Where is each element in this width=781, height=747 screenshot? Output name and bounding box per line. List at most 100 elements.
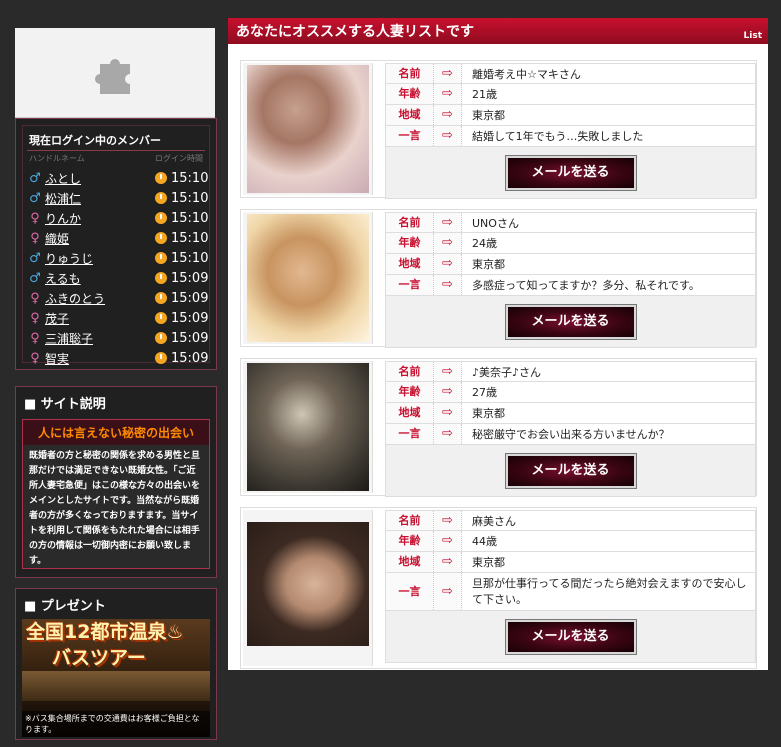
clock-icon [155,232,167,244]
profile-photo[interactable] [243,63,373,195]
profile-photo[interactable] [243,212,373,344]
age-label: 年齢 [386,531,434,551]
profile-name-row: 名前 ⇨ UNOさん [385,212,756,233]
clock-icon [155,292,167,304]
profile-comment-row: 一言 ⇨ 旦那が仕事行ってる間だったら絶対会えますので安心して下さい。 [385,573,756,611]
list-header: あなたにオススメする人妻リストです List [228,18,768,44]
arrow-right-icon: ⇨ [434,213,462,232]
female-symbol-icon: ♀ [30,330,40,346]
clock-icon [155,252,167,264]
female-symbol-icon: ♀ [30,230,40,246]
arrow-right-icon: ⇨ [434,105,462,125]
comment-label: 一言 [386,275,434,295]
button-area: メールを送る [385,147,756,199]
profile-photo[interactable] [243,361,373,493]
age-label: 年齢 [386,84,434,104]
present-title: ■ プレゼント [24,599,106,614]
member-login-time: 15:09 [171,290,209,306]
profile-photo-image [247,214,369,342]
member-row: ♂ ふとし 15:10 [27,168,209,188]
member-name-link[interactable]: えるも [43,270,155,287]
profile-comment: 秘密厳守でお会い出来る方いませんか？ [472,428,670,441]
arrow-right-icon: ⇨ [434,552,462,572]
profile-age: 44歳 [472,535,497,548]
member-row: ♀ ふきのとう 15:09 [27,288,209,308]
member-name-link[interactable]: 智実 [43,350,155,367]
button-area: メールを送る [385,296,756,348]
profile-card: 名前 ⇨ ♪美奈子♪さん 年齢 ⇨ 27歳 地域 ⇨ 東京都 一言 ⇨ 秘密厳守でお会い出来る方いませ… [240,358,757,497]
member-row: ♀ りんか 15:10 [27,208,208,228]
profile-area-row: 地域 ⇨ 東京都 [385,552,756,573]
member-name-link[interactable]: 松浦仁 [43,190,155,207]
member-login-time: 15:10 [171,250,209,266]
profile-info: 名前 ⇨ ♪美奈子♪さん 年齢 ⇨ 27歳 地域 ⇨ 東京都 一言 ⇨ 秘密厳守でお会い出来る方いませ… [385,361,756,497]
member-login-time: 15:09 [171,350,209,366]
arrow-right-icon: ⇨ [434,531,462,551]
profile-card: 名前 ⇨ 麻美さん 年齢 ⇨ 44歳 地域 ⇨ 東京都 一言 ⇨ 旦那が仕事行ってる間だったら絶対会え… [240,507,757,669]
name-label: 名前 [386,213,434,232]
logged-in-members-panel: 現在ログイン中のメンバー ハンドルネーム ログイン時間 ♂ ふとし 15:10 ♂ 松浦… [15,118,217,370]
member-name-link[interactable]: ふとし [43,170,155,187]
site-description-text: 既婚者の方と秘密の関係を求める男性と旦那だけでは満足できない既婚女性。「ご近所人… [29,451,201,566]
profile-area: 東京都 [472,407,505,420]
profile-area-row: 地域 ⇨ 東京都 [385,403,756,424]
send-mail-button[interactable]: メールを送る [504,618,637,655]
profile-photo[interactable] [243,510,373,666]
profile-name-row: 名前 ⇨ 麻美さん [385,510,756,531]
area-label: 地域 [386,403,434,423]
column-login-time: ログイン時間 [155,154,203,163]
member-row: ♂ りゅうじ 15:10 [27,248,209,268]
arrow-right-icon: ⇨ [434,573,462,610]
send-mail-button[interactable]: メールを送る [504,452,637,489]
member-login-time: 15:10 [171,170,209,186]
profile-age: 24歳 [472,237,497,250]
clock-icon [155,192,167,204]
area-label: 地域 [386,254,434,274]
name-label: 名前 [386,511,434,530]
banner-photo-onsen [22,671,210,701]
profile-age-row: 年齢 ⇨ 24歳 [385,233,756,254]
list-title: あなたにオススメする人妻リストです [236,24,474,40]
member-name-link[interactable]: りゅうじ [43,250,155,267]
member-row: ♂ 松浦仁 15:10 [27,188,209,208]
male-symbol-icon: ♂ [29,170,41,186]
male-symbol-icon: ♂ [29,250,41,266]
column-handle-name: ハンドルネーム [29,154,85,163]
list-label: List [743,31,762,41]
female-symbol-icon: ♀ [30,210,40,226]
arrow-right-icon: ⇨ [434,84,462,104]
profile-comment-row: 一言 ⇨ 結婚して1年でもう…失敗しました [385,126,756,147]
member-name-link[interactable]: ふきのとう [43,290,155,307]
arrow-right-icon: ⇨ [434,382,462,402]
arrow-right-icon: ⇨ [434,511,462,530]
button-area: メールを送る [385,611,756,663]
clock-icon [155,172,167,184]
name-label: 名前 [386,362,434,381]
member-name-link[interactable]: りんか [43,210,155,227]
area-label: 地域 [386,552,434,572]
age-label: 年齢 [386,382,434,402]
arrow-right-icon: ⇨ [434,424,462,444]
member-name-link[interactable]: 茂子 [43,310,155,327]
member-name-link[interactable]: 織姫 [43,230,155,247]
onsen-bus-tour-banner[interactable]: 全国12都市温泉♨ バスツアー ※バス集合場所までの交通費はお客様ご負担となりま… [22,619,210,737]
profile-comment: 旦那が仕事行ってる間だったら絶対会えますので安心して下さい。 [472,576,747,606]
member-login-time: 15:10 [171,190,209,206]
profile-name-row: 名前 ⇨ 離婚考え中☆マキさん [385,63,756,84]
member-name-link[interactable]: 三浦聡子 [43,330,155,347]
female-symbol-icon: ♀ [30,350,40,366]
site-description-title: ■ サイト説明 [24,397,106,412]
comment-label: 一言 [386,424,434,444]
female-symbol-icon: ♀ [30,290,40,306]
member-row: ♀ 茂子 15:09 [27,308,208,328]
send-mail-button[interactable]: メールを送る [504,154,637,191]
site-description-panel: ■ サイト説明 人には言えない秘密の出会い 既婚者の方と秘密の関係を求める男性と… [15,386,217,578]
banner-headline-1: 全国12都市温泉♨ [26,621,184,643]
clock-icon [155,352,167,364]
banner-headline-2: バスツアー [52,647,146,669]
profile-photo-image [247,363,369,491]
arrow-right-icon: ⇨ [434,64,462,83]
send-mail-button[interactable]: メールを送る [504,303,637,340]
profile-name-row: 名前 ⇨ ♪美奈子♪さん [385,361,756,382]
profile-area-row: 地域 ⇨ 東京都 [385,105,756,126]
